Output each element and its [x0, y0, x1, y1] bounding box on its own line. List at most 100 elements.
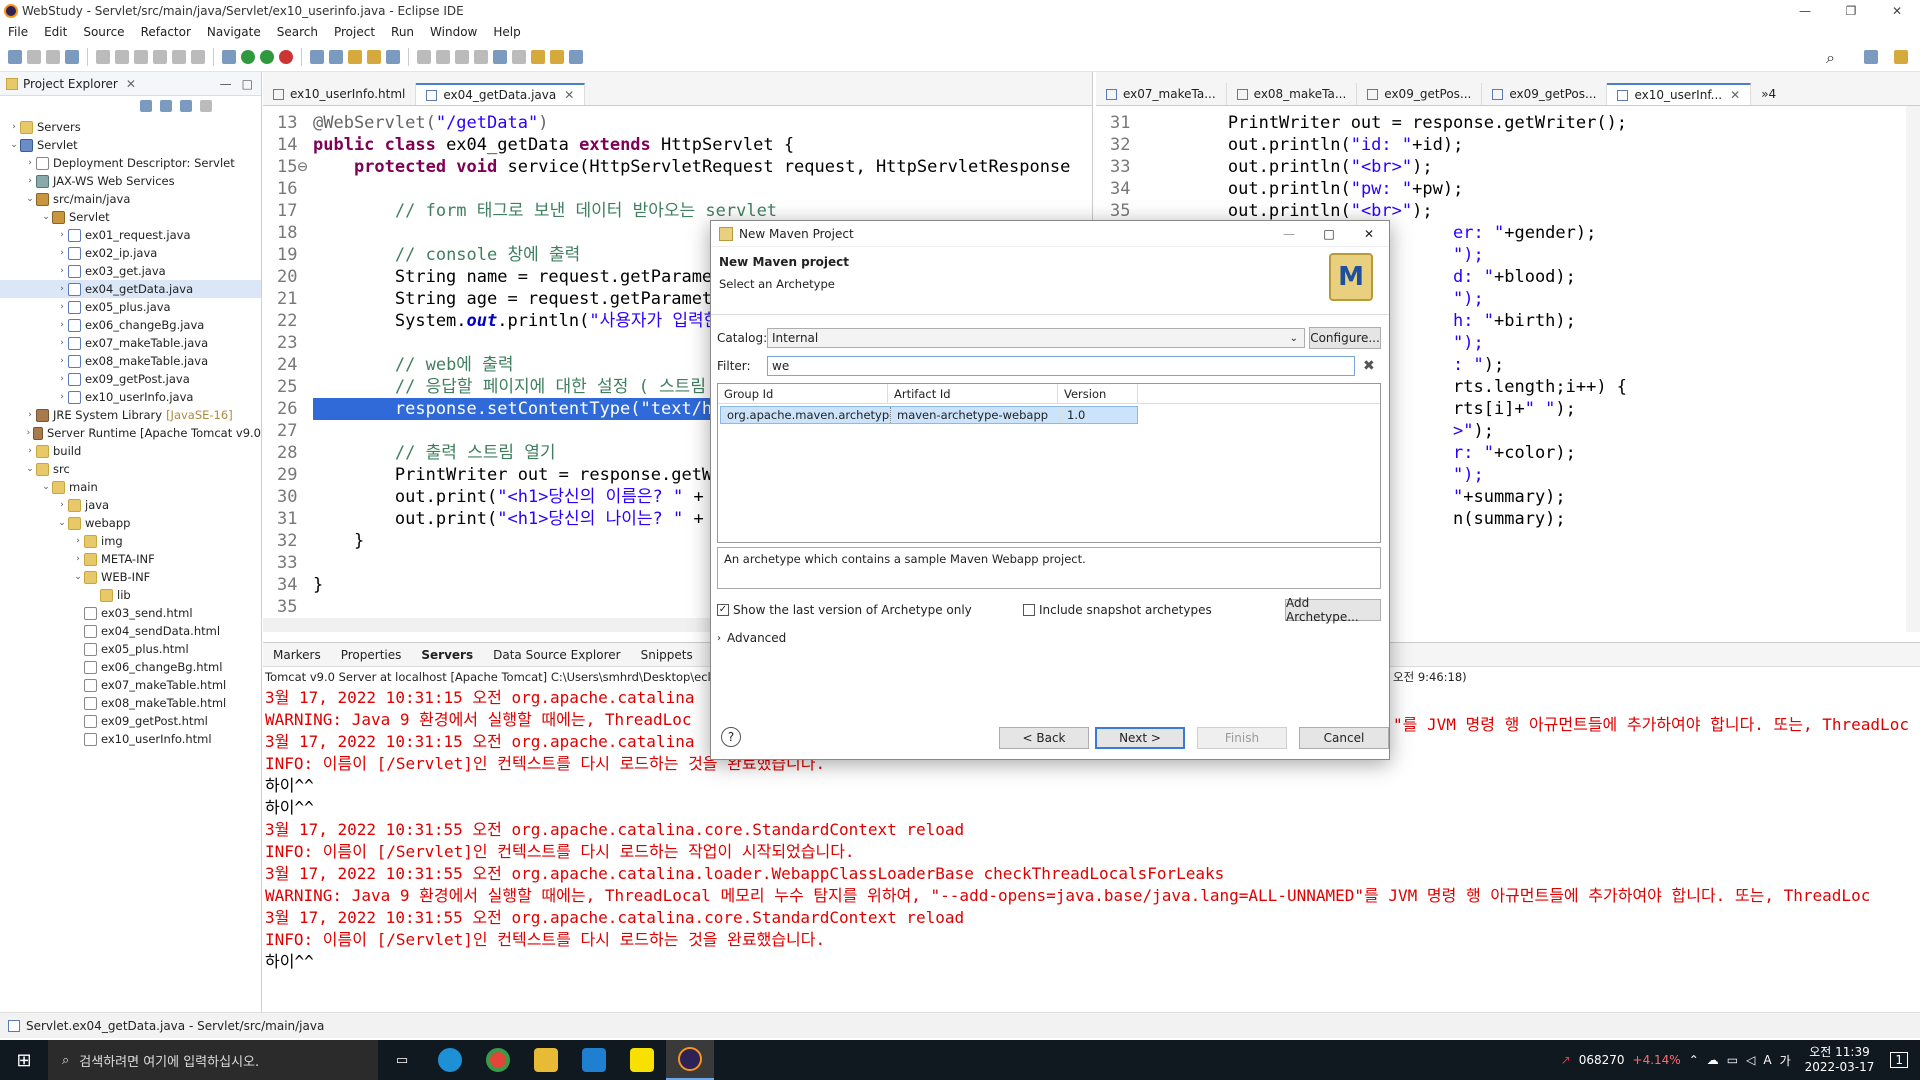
- tree-chevron-icon[interactable]: ⌄: [56, 514, 68, 532]
- tree-item[interactable]: ex05_plus.html: [0, 640, 261, 658]
- clock[interactable]: 오전 11:39 2022-03-17: [1805, 1045, 1875, 1075]
- vertical-scrollbar[interactable]: [1906, 106, 1920, 632]
- editor-tab[interactable]: ex07_makeTa...: [1096, 83, 1227, 105]
- tree-chevron-icon[interactable]: ›: [24, 406, 36, 424]
- console-tab-properties[interactable]: Properties: [331, 648, 412, 662]
- save-all-icon[interactable]: [46, 49, 60, 64]
- tree-item[interactable]: ex03_send.html: [0, 604, 261, 622]
- notification-icon[interactable]: 1: [1890, 1052, 1908, 1068]
- tree-chevron-icon[interactable]: ›: [8, 118, 20, 136]
- open-task-icon[interactable]: [367, 49, 381, 64]
- close-icon[interactable]: ✕: [1874, 0, 1920, 22]
- link-editor-icon[interactable]: [160, 100, 172, 112]
- tree-item[interactable]: › ex03_get.java: [0, 262, 261, 280]
- start-button[interactable]: ⊞: [0, 1040, 48, 1080]
- tree-item[interactable]: › img: [0, 532, 261, 550]
- help-icon[interactable]: ?: [721, 727, 741, 747]
- new-java-project-icon[interactable]: [310, 49, 324, 64]
- menu-edit[interactable]: Edit: [36, 25, 75, 39]
- tree-item[interactable]: › ex09_getPost.java: [0, 370, 261, 388]
- tree-item[interactable]: ex07_makeTable.html: [0, 676, 261, 694]
- menu-run[interactable]: Run: [383, 25, 422, 39]
- tree-item[interactable]: › Deployment Descriptor: Servlet: [0, 154, 261, 172]
- finish-button[interactable]: Finish: [1197, 727, 1287, 749]
- show-whitespace-icon[interactable]: [474, 49, 488, 64]
- java-ee-perspective-icon[interactable]: [1894, 50, 1908, 64]
- search-toolbar-icon[interactable]: [386, 49, 400, 64]
- tree-item[interactable]: ⌄ Servlet: [0, 136, 261, 154]
- tree-item[interactable]: › Server Runtime [Apache Tomcat v9.0: [0, 424, 261, 442]
- tree-item[interactable]: › JAX-WS Web Services: [0, 172, 261, 190]
- editor-tab[interactable]: ex08_makeTa...: [1227, 83, 1358, 105]
- suspend-icon[interactable]: [134, 49, 148, 64]
- tree-item[interactable]: ex10_userInfo.html: [0, 730, 261, 748]
- tray-chevron-up-icon[interactable]: ⌃: [1689, 1053, 1699, 1067]
- tree-item[interactable]: › ex01_request.java: [0, 226, 261, 244]
- ime-mode-ko[interactable]: 가: [1780, 1052, 1791, 1069]
- tree-chevron-icon[interactable]: ›: [56, 280, 68, 298]
- back-icon[interactable]: [531, 49, 545, 64]
- tab-overflow[interactable]: »4: [1751, 83, 1786, 105]
- tree-chevron-icon[interactable]: ›: [56, 262, 68, 280]
- tree-chevron-icon[interactable]: ⌄: [72, 568, 84, 586]
- tree-item[interactable]: › Servers: [0, 118, 261, 136]
- configure-button[interactable]: Configure...: [1309, 327, 1381, 349]
- console-tab-servers[interactable]: Servers: [411, 648, 483, 662]
- tree-chevron-icon[interactable]: ›: [56, 388, 68, 406]
- console-tab-markers[interactable]: Markers: [263, 648, 331, 662]
- tree-item[interactable]: › JRE System Library [JavaSE-16]: [0, 406, 261, 424]
- include-snapshot-checkbox[interactable]: [1023, 604, 1035, 616]
- tree-item[interactable]: › ex08_makeTable.java: [0, 352, 261, 370]
- collapse-all-icon[interactable]: [140, 100, 152, 112]
- tree-chevron-icon[interactable]: ›: [56, 334, 68, 352]
- tree-chevron-icon[interactable]: ›: [56, 316, 68, 334]
- terminate-icon[interactable]: [153, 49, 167, 64]
- last-edit-icon[interactable]: [512, 49, 526, 64]
- tree-chevron-icon[interactable]: ⌄: [40, 478, 52, 496]
- filter-input[interactable]: we: [767, 356, 1355, 376]
- tree-item[interactable]: › ex02_ip.java: [0, 244, 261, 262]
- step-over-icon[interactable]: [191, 49, 205, 64]
- close-tab-icon[interactable]: ✕: [1730, 88, 1740, 102]
- editor-tab[interactable]: ex09_getPos...: [1357, 83, 1483, 105]
- tree-item[interactable]: › build: [0, 442, 261, 460]
- tree-item[interactable]: ex08_makeTable.html: [0, 694, 261, 712]
- volume-icon[interactable]: ◁: [1746, 1053, 1755, 1067]
- col-group-id[interactable]: Group Id: [718, 384, 888, 403]
- forward-icon[interactable]: [550, 49, 564, 64]
- vscode-app[interactable]: [570, 1040, 618, 1080]
- ime-mode-en[interactable]: A: [1763, 1053, 1771, 1067]
- tree-item[interactable]: › ex06_changeBg.java: [0, 316, 261, 334]
- open-perspective-icon[interactable]: [1864, 50, 1878, 64]
- tree-item[interactable]: ex04_sendData.html: [0, 622, 261, 640]
- editor-tab[interactable]: ex10_userInfo.html: [263, 83, 417, 105]
- close-tab-icon[interactable]: ✕: [564, 88, 574, 102]
- run-icon[interactable]: [241, 49, 255, 64]
- dialog-maximize-icon[interactable]: □: [1309, 227, 1349, 241]
- tree-chevron-icon[interactable]: ›: [56, 496, 68, 514]
- web-browser-icon[interactable]: [493, 49, 507, 64]
- tree-item[interactable]: › ex07_makeTable.java: [0, 334, 261, 352]
- clear-filter-icon[interactable]: ✖: [1363, 358, 1375, 374]
- tree-chevron-icon[interactable]: ⌄: [40, 208, 52, 226]
- tree-chevron-icon[interactable]: ›: [56, 352, 68, 370]
- eclipse-app[interactable]: [666, 1040, 714, 1080]
- close-tab-icon[interactable]: ✕: [126, 77, 136, 91]
- show-last-version-checkbox[interactable]: ✓: [717, 604, 729, 616]
- resume-icon[interactable]: [115, 49, 129, 64]
- col-version[interactable]: Version: [1058, 384, 1138, 403]
- minimize-view-icon[interactable]: —: [220, 77, 232, 91]
- network-icon[interactable]: ▭: [1727, 1053, 1738, 1067]
- tree-item[interactable]: › java: [0, 496, 261, 514]
- tree-chevron-icon[interactable]: ›: [24, 172, 36, 190]
- menu-window[interactable]: Window: [422, 25, 485, 39]
- view-menu-icon[interactable]: [200, 100, 212, 112]
- chrome-app[interactable]: [474, 1040, 522, 1080]
- editor-tab[interactable]: ex09_getPos...: [1482, 83, 1608, 105]
- step-into-icon[interactable]: [172, 49, 186, 64]
- tree-chevron-icon[interactable]: ⌄: [24, 190, 36, 208]
- toggle-mark-occurrences-icon[interactable]: [455, 49, 469, 64]
- open-type-icon[interactable]: [348, 49, 362, 64]
- pin-editor-icon[interactable]: [569, 49, 583, 64]
- tree-chevron-icon[interactable]: ›: [56, 226, 68, 244]
